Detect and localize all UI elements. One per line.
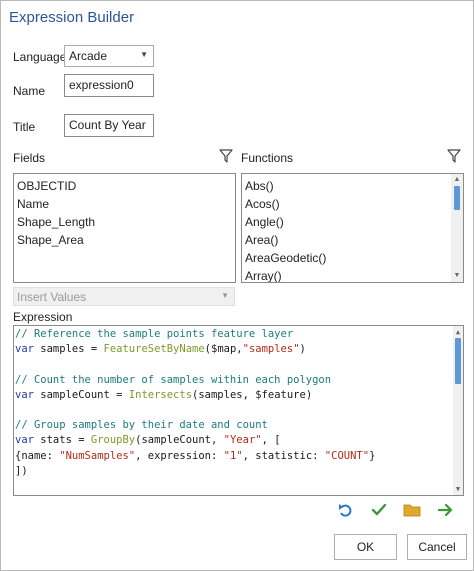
code-line: var sampleCount = Intersects(samples, $f… [15,389,312,401]
title-input[interactable]: Count By Year [64,114,154,137]
scroll-up-icon[interactable]: ▲ [451,174,463,186]
scroll-up-icon[interactable]: ▲ [453,326,463,338]
expression-label: Expression [13,310,73,324]
code-token: {name: [15,449,60,462]
code-token: ) [305,388,313,401]
code-token: "samples" [242,343,300,356]
list-item[interactable]: Area() [245,233,278,247]
code-token: var [15,388,34,401]
code-line: // Group samples by their date and count [15,419,268,431]
scrollbar-thumb[interactable] [455,338,461,384]
code-token: var [15,434,34,447]
code-token: FeatureSetByName [103,343,205,356]
folder-icon[interactable] [403,501,421,519]
name-label: Name [13,84,46,98]
functions-list[interactable]: Abs() Acos() Angle() Area() AreaGeodetic… [241,173,464,283]
expression-scrollbar[interactable]: ▲ ▼ [453,326,463,495]
scroll-down-icon[interactable]: ▼ [453,483,463,495]
code-token: , [ [261,434,281,447]
code-token: "Year" [223,434,262,447]
code-token: (sampleCount, [135,434,224,447]
undo-icon[interactable] [337,501,355,519]
check-icon[interactable] [370,501,388,519]
list-item[interactable]: Abs() [245,179,274,193]
scroll-down-icon[interactable]: ▼ [451,270,463,282]
code-token: Intersects [128,388,193,401]
code-line: {name: "NumSamples", expression: "1", st… [15,450,375,462]
code-token: "COUNT" [324,449,370,462]
list-item[interactable]: Shape_Length [17,215,95,229]
functions-scrollbar[interactable]: ▲ ▼ [451,174,463,282]
functions-filter-icon[interactable] [447,149,461,163]
code-token: , statistic: [242,449,325,462]
code-token: , expression: [135,449,224,462]
language-value: Arcade [69,49,108,63]
window-title: Expression Builder [9,9,135,26]
code-token: // Reference the sample points feature l… [15,328,294,340]
ok-button[interactable]: OK [334,534,397,560]
list-item[interactable]: OBJECTID [17,179,76,193]
code-token: // Group samples by their date and count [15,419,268,432]
fields-filter-icon[interactable] [219,149,233,163]
insert-values-label: Insert Values [17,290,87,304]
code-token: ]) [15,464,28,477]
list-item[interactable]: AreaGeodetic() [245,251,326,265]
code-token: stats = [33,434,91,447]
name-input[interactable]: expression0 [64,74,154,97]
code-line: // Reference the sample points feature l… [15,328,293,340]
code-line: // Count the number of samples within ea… [15,374,331,386]
list-item[interactable]: Acos() [245,197,280,211]
code-token: "NumSamples" [59,449,136,462]
expression-builder-dialog: Expression Builder Language Arcade ▼ Nam… [0,0,474,571]
list-item[interactable]: Array() [245,269,282,282]
language-select[interactable]: Arcade ▼ [64,45,154,67]
scrollbar-thumb[interactable] [454,186,460,210]
list-item[interactable]: Shape_Area [17,233,84,247]
code-token: $map [211,343,237,356]
code-token: GroupBy [90,434,136,447]
title-label: Title [13,120,36,134]
fields-list[interactable]: OBJECTID Name Shape_Length Shape_Area [13,173,236,283]
code-token: var [15,343,34,356]
cancel-button[interactable]: Cancel [407,534,467,560]
code-token: "1" [223,449,243,462]
code-token: (samples, [192,388,256,401]
insert-values-select: Insert Values ▼ [13,287,235,306]
list-item[interactable]: Angle() [245,215,284,229]
chevron-down-icon: ▼ [140,50,148,59]
code-token: ) [299,343,306,356]
code-line: var samples = FeatureSetByName($map,"sam… [15,343,306,355]
fields-label: Fields [13,151,46,165]
code-line: var stats = GroupBy(sampleCount, "Year",… [15,434,281,446]
code-token: $feature [255,388,306,401]
functions-label: Functions [241,151,294,165]
title-bar: Expression Builder [1,1,473,35]
language-label: Language [13,50,67,64]
list-item[interactable]: Name [17,197,49,211]
code-token: } [369,449,376,462]
code-token: samples = [33,343,104,356]
code-line: ]) [15,465,28,477]
code-token: // Count the number of samples within ea… [15,373,332,386]
expression-editor[interactable]: ▲ ▼ // Reference the sample points featu… [13,325,464,496]
chevron-down-icon: ▼ [221,291,229,300]
code-token: sampleCount = [33,388,129,401]
arrow-right-icon[interactable] [437,501,455,519]
